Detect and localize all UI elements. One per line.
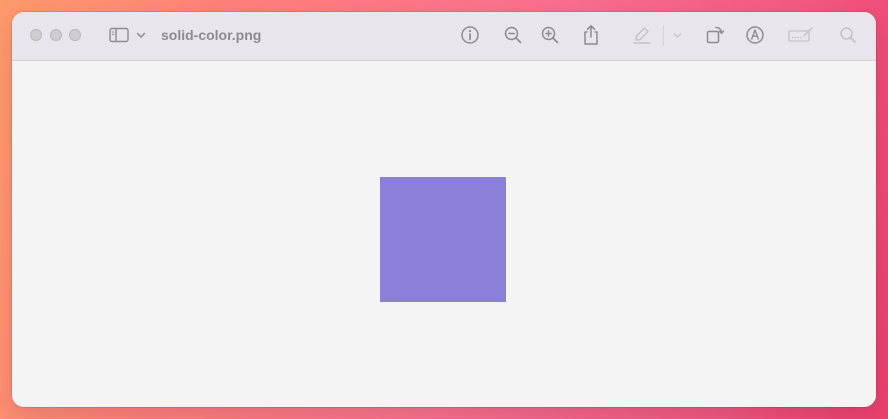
minimize-button[interactable]	[50, 29, 62, 41]
solid-color-image	[380, 177, 506, 302]
rotate-icon	[705, 25, 725, 45]
info-icon	[460, 25, 480, 45]
share-button[interactable]	[581, 23, 601, 47]
chevron-down-icon	[673, 32, 682, 39]
zoom-out-button[interactable]	[502, 23, 524, 47]
highlight-button[interactable]	[632, 23, 652, 47]
zoom-button[interactable]	[69, 29, 81, 41]
image-canvas	[12, 61, 876, 407]
share-icon	[582, 24, 600, 46]
rotate-button[interactable]	[705, 23, 725, 47]
zoom-in-button[interactable]	[539, 23, 561, 47]
sidebar-menu-button[interactable]	[135, 23, 147, 47]
chevron-down-icon	[136, 31, 146, 39]
sidebar-toggle-button[interactable]	[108, 23, 130, 47]
search-icon	[839, 26, 857, 44]
window-title: solid-color.png	[161, 27, 262, 43]
toolbar-divider	[663, 25, 664, 46]
titlebar: solid-color.png	[12, 12, 876, 61]
zoom-out-icon	[503, 25, 523, 45]
highlight-menu-button[interactable]	[672, 23, 682, 47]
markup-button[interactable]	[745, 23, 765, 47]
highlight-pen-icon	[632, 25, 652, 45]
search-button[interactable]	[838, 23, 858, 47]
zoom-in-icon	[540, 25, 560, 45]
sidebar-icon	[109, 27, 129, 43]
info-button[interactable]	[459, 23, 481, 47]
preview-window: solid-color.png	[12, 12, 876, 407]
signature-button[interactable]	[788, 23, 814, 47]
signature-icon	[788, 26, 814, 44]
markup-icon	[745, 25, 765, 45]
close-button[interactable]	[30, 29, 42, 41]
